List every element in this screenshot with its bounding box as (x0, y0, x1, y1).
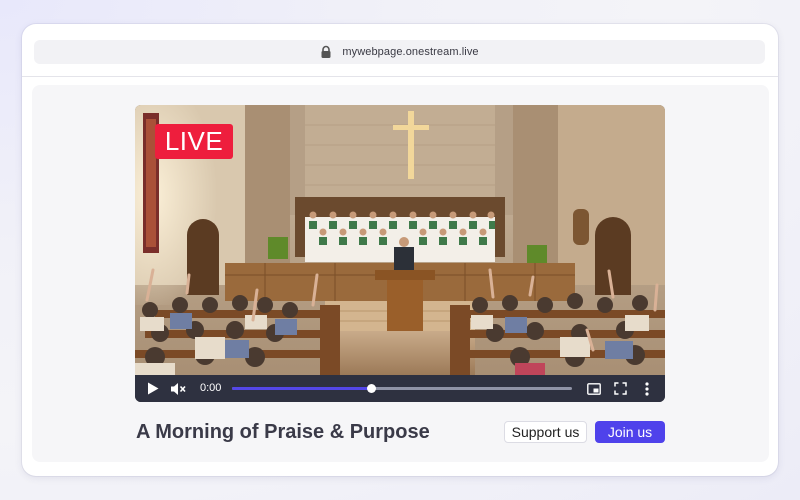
mute-icon[interactable] (169, 375, 187, 402)
toolbar-divider (22, 76, 778, 77)
pip-icon[interactable] (586, 375, 602, 402)
progress-thumb[interactable] (367, 384, 377, 393)
address-bar[interactable]: mywebpage.onestream.live (34, 40, 765, 64)
more-vertical-icon[interactable] (640, 375, 654, 402)
time-label: 0:00 (200, 382, 222, 394)
live-badge: LIVE (155, 124, 233, 159)
url-text: mywebpage.onestream.live (342, 46, 479, 58)
video-controls: 0:00 (135, 375, 665, 402)
progress-fill (232, 387, 372, 390)
event-title: A Morning of Praise & Purpose (136, 421, 430, 443)
video-player[interactable]: LIVE 0:00 (135, 105, 665, 402)
support-button[interactable]: Support us (504, 421, 587, 443)
fullscreen-icon[interactable] (612, 375, 628, 402)
join-button[interactable]: Join us (595, 421, 665, 443)
page-content: LIVE 0:00 A Morning of Praise & Purpose … (32, 85, 769, 462)
lock-icon (320, 45, 332, 59)
browser-window: mywebpage.onestream.live LIVE 0:00 A Mor… (22, 24, 778, 476)
progress-bar[interactable] (232, 384, 572, 393)
play-icon[interactable] (145, 375, 161, 402)
